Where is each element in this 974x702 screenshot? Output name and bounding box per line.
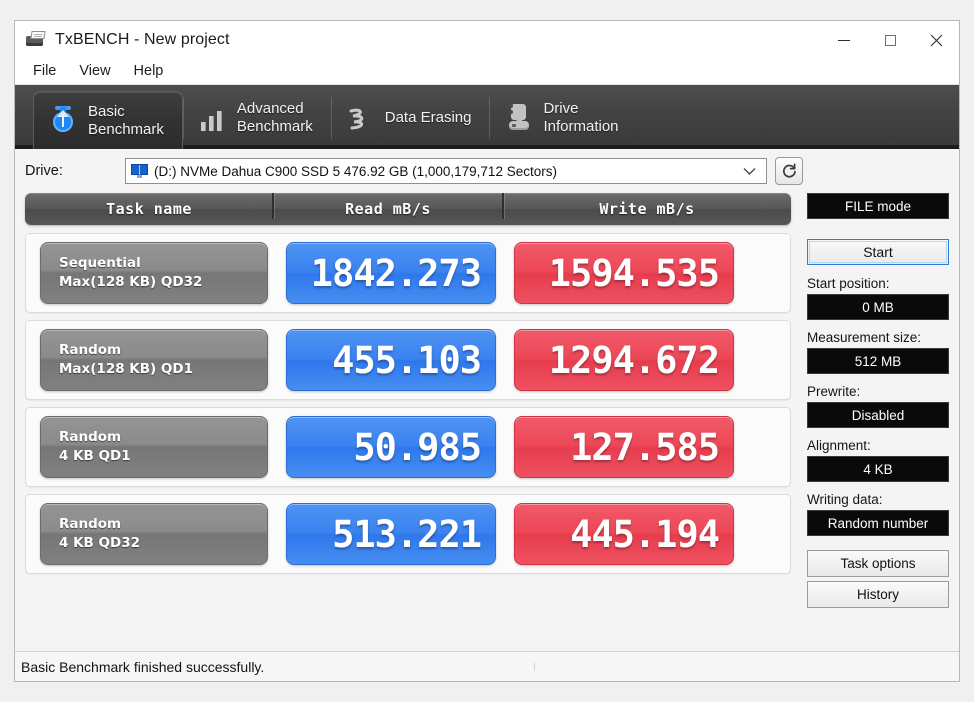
tab-data-erasing[interactable]: Data Erasing bbox=[331, 91, 490, 145]
write-value[interactable]: 1594.535 bbox=[514, 242, 734, 304]
table-row: Random 4 KB QD1 50.985 127.585 bbox=[25, 407, 791, 487]
close-button[interactable] bbox=[913, 21, 959, 59]
menu-view[interactable]: View bbox=[75, 61, 121, 82]
task-name-button[interactable]: Random Max(128 KB) QD1 bbox=[40, 329, 268, 391]
task-name-line2: Max(128 KB) QD32 bbox=[59, 273, 267, 292]
table-row: Random Max(128 KB) QD1 455.103 1294.672 bbox=[25, 320, 791, 400]
menu-bar: File View Help bbox=[15, 59, 959, 85]
task-name-button[interactable]: Random 4 KB QD32 bbox=[40, 503, 268, 565]
erase-squiggle-icon bbox=[345, 101, 375, 135]
write-value[interactable]: 445.194 bbox=[514, 503, 734, 565]
start-position-value[interactable]: 0 MB bbox=[807, 294, 949, 320]
start-position-label: Start position: bbox=[807, 276, 949, 291]
column-header-write: Write mB/s bbox=[503, 200, 791, 218]
task-options-button[interactable]: Task options bbox=[807, 550, 949, 577]
measurement-size-label: Measurement size: bbox=[807, 330, 949, 345]
file-mode-button[interactable]: FILE mode bbox=[807, 193, 949, 219]
writing-data-label: Writing data: bbox=[807, 492, 949, 507]
alignment-label: Alignment: bbox=[807, 438, 949, 453]
txbench-app-icon bbox=[25, 30, 47, 50]
refresh-drives-button[interactable] bbox=[775, 157, 803, 185]
prewrite-label: Prewrite: bbox=[807, 384, 949, 399]
task-name-button[interactable]: Random 4 KB QD1 bbox=[40, 416, 268, 478]
minimize-button[interactable] bbox=[821, 21, 867, 59]
menu-file[interactable]: File bbox=[29, 61, 67, 82]
task-name-line2: 4 KB QD1 bbox=[59, 447, 267, 466]
stopwatch-icon bbox=[48, 104, 78, 138]
drive-label: Drive: bbox=[25, 163, 125, 179]
task-name-line1: Random bbox=[59, 515, 267, 534]
status-bar: Basic Benchmark finished successfully. bbox=[15, 651, 959, 681]
results-rows: Sequential Max(128 KB) QD32 1842.273 159… bbox=[25, 233, 791, 574]
drive-monitor-icon bbox=[131, 164, 149, 179]
task-name-line2: Max(128 KB) QD1 bbox=[59, 360, 267, 379]
close-icon bbox=[930, 34, 943, 47]
refresh-icon bbox=[781, 163, 798, 180]
tab-drive-information[interactable]: Drive Information bbox=[489, 91, 636, 145]
column-header-read: Read mB/s bbox=[273, 200, 503, 218]
writing-data-value[interactable]: Random number bbox=[807, 510, 949, 536]
txbench-window: TxBENCH - New project File View Help Bas… bbox=[14, 20, 960, 682]
prewrite-value[interactable]: Disabled bbox=[807, 402, 949, 428]
content-area: Drive: (D:) NVMe Dahua C900 SSD 5 476.92… bbox=[15, 149, 959, 651]
drive-selection-row: Drive: (D:) NVMe Dahua C900 SSD 5 476.92… bbox=[15, 149, 959, 193]
tab-data-erasing-label: Data Erasing bbox=[385, 109, 472, 127]
drive-select[interactable]: (D:) NVMe Dahua C900 SSD 5 476.92 GB (1,… bbox=[125, 158, 767, 184]
start-button[interactable]: Start bbox=[807, 239, 949, 265]
task-name-button[interactable]: Sequential Max(128 KB) QD32 bbox=[40, 242, 268, 304]
tab-basic-benchmark[interactable]: Basic Benchmark bbox=[33, 91, 183, 149]
status-message: Basic Benchmark finished successfully. bbox=[15, 659, 535, 675]
write-value[interactable]: 1294.672 bbox=[514, 329, 734, 391]
tab-drive-information-label: Drive Information bbox=[543, 100, 618, 135]
write-value[interactable]: 127.585 bbox=[514, 416, 734, 478]
read-value[interactable]: 455.103 bbox=[286, 329, 496, 391]
options-sidebar: FILE mode Start Start position: 0 MB Mea… bbox=[807, 193, 959, 651]
task-name-line1: Random bbox=[59, 341, 267, 360]
read-value[interactable]: 1842.273 bbox=[286, 242, 496, 304]
tab-advanced-benchmark[interactable]: Advanced Benchmark bbox=[183, 91, 331, 145]
task-name-line2: 4 KB QD32 bbox=[59, 534, 267, 553]
read-value[interactable]: 50.985 bbox=[286, 416, 496, 478]
bar-chart-icon bbox=[197, 101, 227, 135]
read-value[interactable]: 513.221 bbox=[286, 503, 496, 565]
measurement-size-value[interactable]: 512 MB bbox=[807, 348, 949, 374]
window-title: TxBENCH - New project bbox=[55, 31, 230, 49]
menu-help[interactable]: Help bbox=[130, 61, 175, 82]
tab-advanced-benchmark-label: Advanced Benchmark bbox=[237, 100, 313, 135]
column-header-task-name: Task name bbox=[25, 200, 273, 218]
main-split: Task name Read mB/s Write mB/s Sequentia… bbox=[15, 193, 959, 651]
results-header-row: Task name Read mB/s Write mB/s bbox=[25, 193, 791, 225]
chevron-down-icon[interactable] bbox=[743, 159, 756, 183]
table-row: Random 4 KB QD32 513.221 445.194 bbox=[25, 494, 791, 574]
window-controls bbox=[821, 21, 959, 59]
task-name-line1: Random bbox=[59, 428, 267, 447]
alignment-value[interactable]: 4 KB bbox=[807, 456, 949, 482]
tab-basic-benchmark-label: Basic Benchmark bbox=[88, 103, 164, 138]
task-name-line1: Sequential bbox=[59, 254, 267, 273]
drive-info-icon bbox=[503, 101, 533, 135]
benchmark-results-panel: Task name Read mB/s Write mB/s Sequentia… bbox=[25, 193, 795, 651]
table-row: Sequential Max(128 KB) QD32 1842.273 159… bbox=[25, 233, 791, 313]
title-bar: TxBENCH - New project bbox=[15, 21, 959, 59]
maximize-button[interactable] bbox=[867, 21, 913, 59]
history-button[interactable]: History bbox=[807, 581, 949, 608]
tab-strip: Basic Benchmark Advanced Benchmark Data … bbox=[15, 85, 959, 149]
drive-select-value: (D:) NVMe Dahua C900 SSD 5 476.92 GB (1,… bbox=[154, 164, 557, 179]
